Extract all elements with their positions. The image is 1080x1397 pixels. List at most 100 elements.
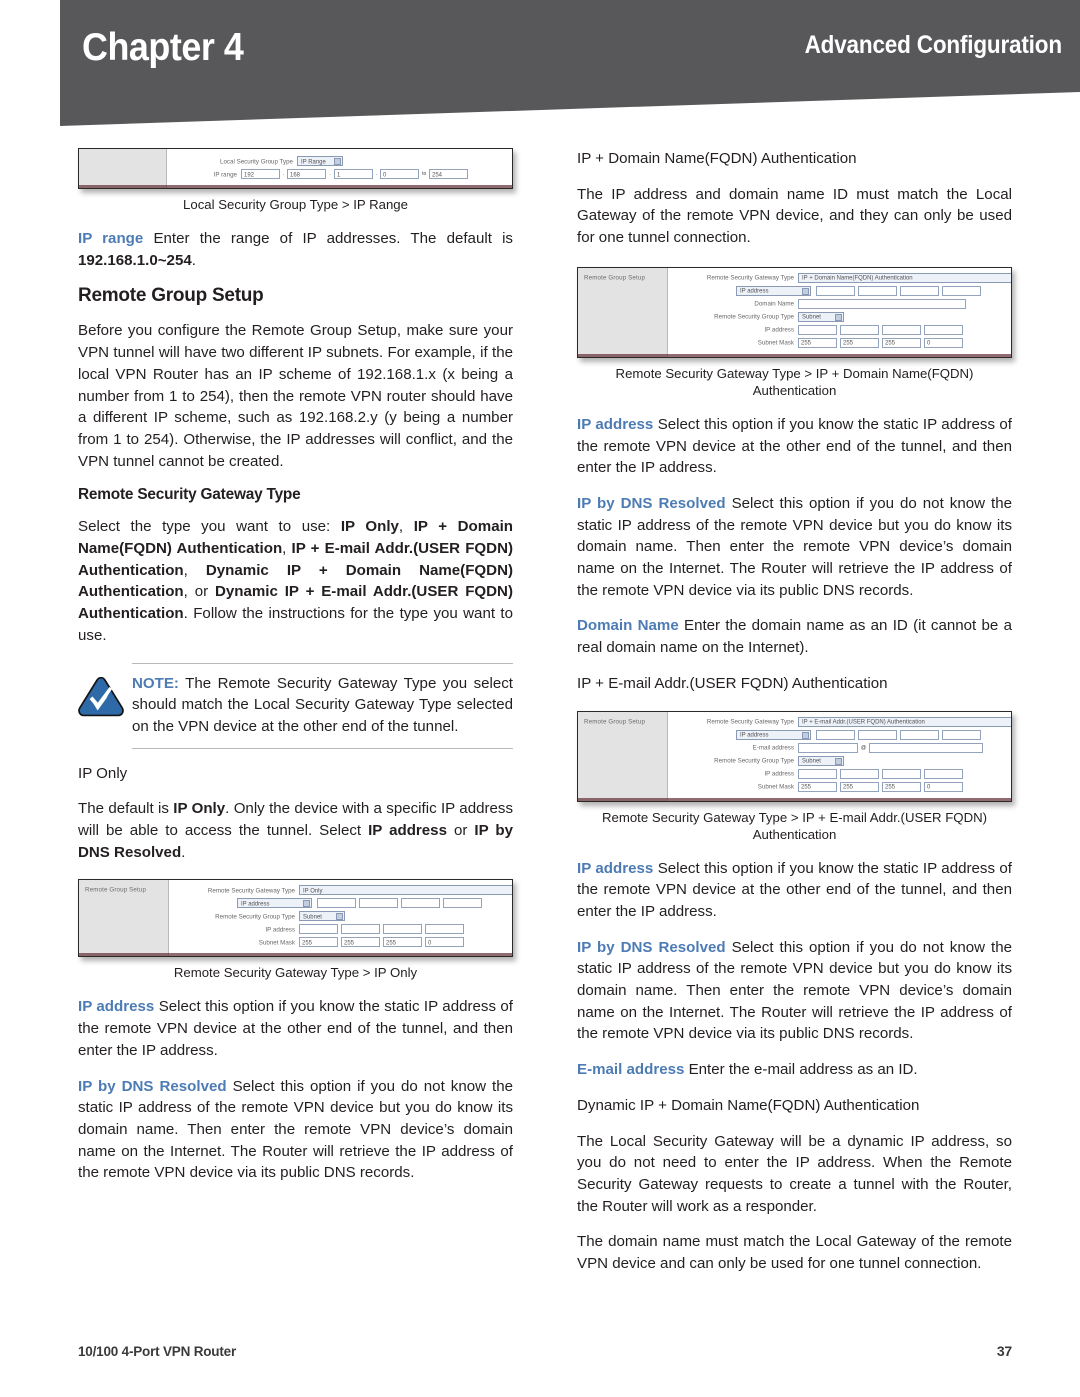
form-row-gateway-type: Remote Security Gateway Type IP Only [175,885,512,896]
octet-value: 0 [383,170,387,178]
text: . [191,251,196,269]
chevron-down-icon [835,757,842,765]
heading-remote-group-setup: Remote Group Setup [78,285,264,307]
form-row-gateway-type: Remote Security Gateway Type IP + E-mail… [674,716,1011,727]
select-remote-security-group-type[interactable]: Subnet [798,755,844,766]
input-group-ip-octet-2[interactable] [341,924,380,935]
input-group-ip-octet-1[interactable] [798,768,837,779]
label-subnet-mask: Subnet Mask [258,939,295,946]
select-local-security-group-type[interactable]: IP Range [297,156,343,166]
input-ip-octet-4[interactable] [443,898,482,909]
label-remote-security-gateway-type: Remote Security Gateway Type [706,718,794,725]
octet-value: 255 [801,339,811,347]
select-remote-security-group-type[interactable]: Subnet [798,311,844,322]
input-ip-octet-4[interactable] [942,285,981,296]
screenshot-ip-domain: Remote Group Setup Remote Security Gatew… [577,266,1012,358]
input-mask-octet-3[interactable]: 255 [882,337,921,348]
input-mask-octet-1[interactable]: 255 [798,781,837,792]
two-column-layout: Local Security Group Type IP Range IP ra… [78,148,1012,1275]
footer-product-name: 10/100 4-Port VPN Router [78,1344,237,1359]
input-ip-range-end[interactable]: 254 [429,169,469,179]
input-ip-octet-1[interactable] [816,729,855,740]
select-remote-security-group-type[interactable]: Subnet [299,911,345,922]
figure-caption: Remote Security Gateway Type > IP + Doma… [615,365,974,398]
label-local-security-group-type: Local Security Group Type [220,157,293,165]
label-ip-address: IP address [764,326,794,334]
input-mask-octet-2[interactable]: 255 [341,937,380,948]
input-ip-octet-4[interactable] [942,729,981,740]
octet-value: 168 [290,170,301,178]
input-group-ip-octet-3[interactable] [882,324,921,335]
input-mask-octet-4[interactable]: 0 [924,781,963,792]
label-ip-address: IP address [265,926,295,933]
input-ip-octet-2[interactable] [359,898,398,909]
input-ip-octet-1[interactable] [317,898,356,909]
input-ip-octet-3[interactable] [401,898,440,909]
input-group-ip-octet-4[interactable] [924,324,963,335]
select-ip-address-mode[interactable]: IP address [237,898,312,909]
figure-remote-gateway-ip-only: Remote Group Setup Remote Security Gatew… [78,879,513,981]
select-value: IP address [740,287,769,295]
dot-separator: . [283,171,285,177]
text: . [181,843,186,861]
input-mask-octet-3[interactable]: 255 [882,781,921,792]
form-row-ip-address: IP address [674,324,1011,335]
form-row-ip-range: IP range 192 . 168 . 1 . 0 to 254 [173,169,506,179]
input-mask-octet-1[interactable]: 255 [299,937,338,948]
text: The Remote Security Gateway Type you sel… [132,674,513,735]
form-row-group-type: Remote Security Group Type Subnet [175,911,512,922]
input-group-ip-octet-2[interactable] [840,768,879,779]
label-remote-security-group-type: Remote Security Group Type [714,313,794,321]
input-group-ip-octet-3[interactable] [882,768,921,779]
select-ip-address-mode[interactable]: IP address [736,285,811,296]
input-mask-octet-2[interactable]: 255 [840,781,879,792]
input-mask-octet-4[interactable]: 0 [924,337,963,348]
octet-value: 255 [885,783,895,790]
input-ip-octet-1[interactable]: 192 [241,169,280,179]
term-domain-name: Domain Name [577,617,679,635]
input-group-ip-octet-4[interactable] [924,768,963,779]
input-group-ip-octet-2[interactable] [840,324,879,335]
select-remote-security-gateway-type[interactable]: IP + E-mail Addr.(USER FQDN) Authenticat… [798,716,1011,727]
paragraph-ip-domain-intro: The IP address and domain name ID must m… [577,185,1012,247]
input-ip-octet-2[interactable] [858,729,897,740]
input-domain-name[interactable] [798,298,966,309]
octet-value: 255 [843,783,853,790]
chevron-down-icon [802,731,809,739]
paragraph-ip-range-description: IP range Enter the range of IP addresses… [78,228,513,271]
screenshot-form: Remote Security Gateway Type IP + Domain… [668,267,1011,357]
input-ip-octet-3[interactable] [900,285,939,296]
input-group-ip-octet-1[interactable] [798,324,837,335]
select-remote-security-gateway-type[interactable]: IP Only [299,885,512,896]
input-mask-octet-2[interactable]: 255 [840,337,879,348]
label-subnet-mask: Subnet Mask [757,783,794,790]
form-row-ip-address-select: IP address [674,729,1011,740]
dot-separator: . [375,171,378,177]
select-ip-address-mode[interactable]: IP address [736,729,811,740]
input-ip-octet-2[interactable] [858,285,897,296]
select-remote-security-gateway-type[interactable]: IP + Domain Name(FQDN) Authentication [798,272,1011,283]
form-row-group-type: Remote Security Group Type Subnet [674,311,1011,322]
input-ip-octet-3[interactable] [900,729,939,740]
select-value: IP Only [303,887,323,894]
input-mask-octet-1[interactable]: 255 [798,337,837,348]
check-triangle-icon [78,676,124,716]
select-value: Subnet [303,913,322,920]
screenshot-bottom-bar [79,953,512,957]
input-email-local-part[interactable] [798,742,858,753]
screenshot-sidebar [79,149,167,188]
input-ip-octet-4[interactable]: 0 [380,169,420,179]
input-group-ip-octet-3[interactable] [383,924,422,935]
input-mask-octet-3[interactable]: 255 [383,937,422,948]
input-ip-octet-2[interactable]: 168 [287,169,327,179]
heading-ip-only: IP Only [78,764,128,782]
input-ip-octet-3[interactable]: 1 [333,169,373,179]
input-ip-octet-1[interactable] [816,285,855,296]
input-mask-octet-4[interactable]: 0 [425,937,464,948]
label-email-address: E-mail address [752,744,794,751]
input-email-domain-part[interactable] [869,742,984,753]
input-group-ip-octet-1[interactable] [299,924,338,935]
page-footer: 10/100 4-Port VPN Router 37 [78,1343,1012,1359]
input-group-ip-octet-4[interactable] [425,924,464,935]
label-ip-range: IP range [213,170,237,178]
